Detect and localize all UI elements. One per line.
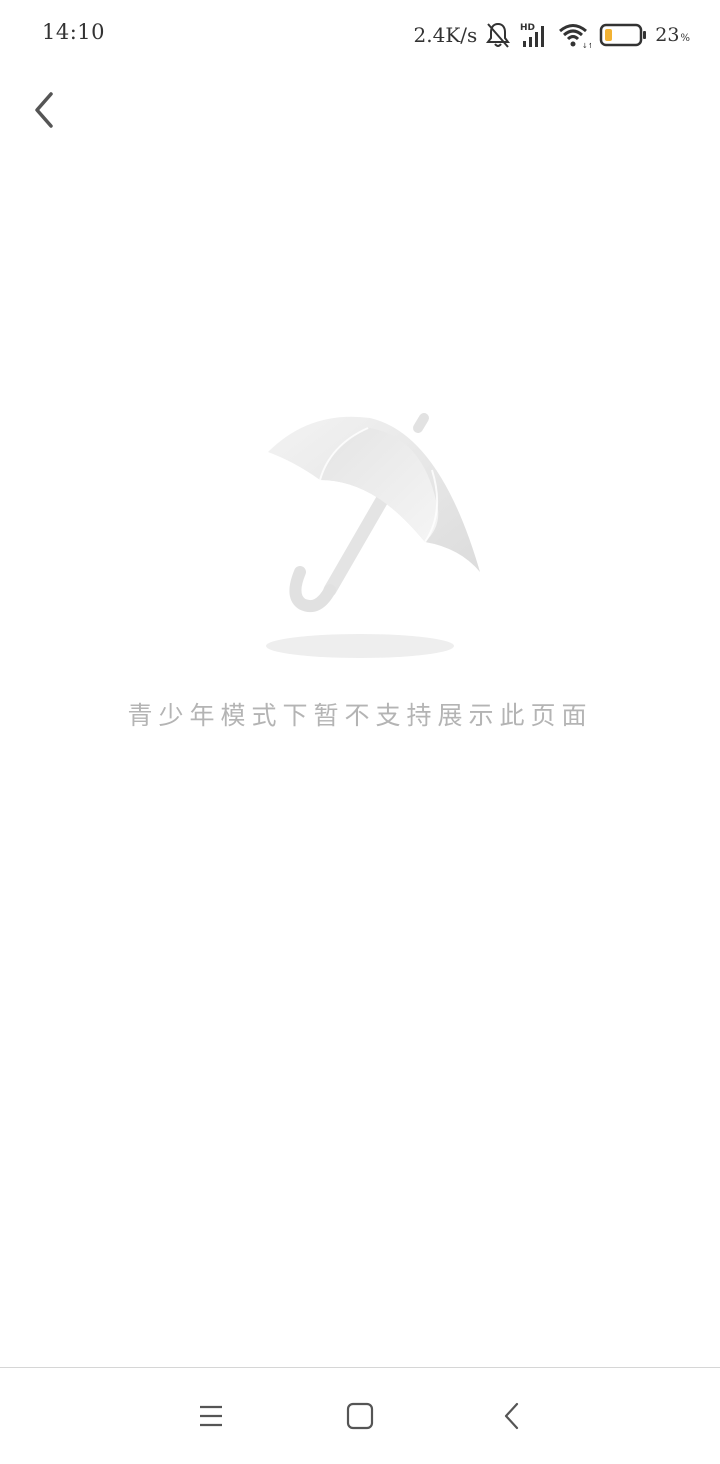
chevron-left-icon [35, 92, 53, 128]
network-speed: 2.4K/s [413, 23, 478, 47]
hd-signal-icon: HD [519, 21, 549, 49]
battery-percent: 23% [655, 24, 690, 46]
nav-home-button[interactable] [336, 1392, 384, 1440]
empty-state-message: 青少年模式下暂不支持展示此页面 [127, 701, 593, 730]
battery-level-fill [605, 29, 613, 41]
back-chevron-icon [504, 1402, 519, 1430]
screen: 14:10 2.4K/s HD ↓↑ 23% 青少年模式下暂不支持展示此页面 [0, 0, 720, 1464]
menu-icon [200, 1405, 222, 1427]
nav-menu-button[interactable] [187, 1392, 235, 1440]
nav-back-button[interactable] [488, 1392, 536, 1440]
battery-icon [599, 23, 647, 47]
umbrella-icon [250, 400, 490, 670]
bell-muted-icon [485, 21, 511, 49]
wifi-icon: ↓↑ [557, 21, 591, 49]
status-bar: 14:10 2.4K/s HD ↓↑ 23% [0, 0, 720, 70]
svg-text:HD: HD [520, 23, 535, 33]
status-indicators: 2.4K/s HD ↓↑ 23% [414, 18, 690, 52]
system-nav-bar [0, 1368, 720, 1464]
battery-percent-sign: % [680, 33, 690, 44]
status-time: 14:10 [42, 20, 106, 44]
back-button[interactable] [24, 88, 64, 132]
svg-text:↓↑: ↓↑ [582, 42, 591, 49]
home-square-icon [346, 1402, 374, 1430]
